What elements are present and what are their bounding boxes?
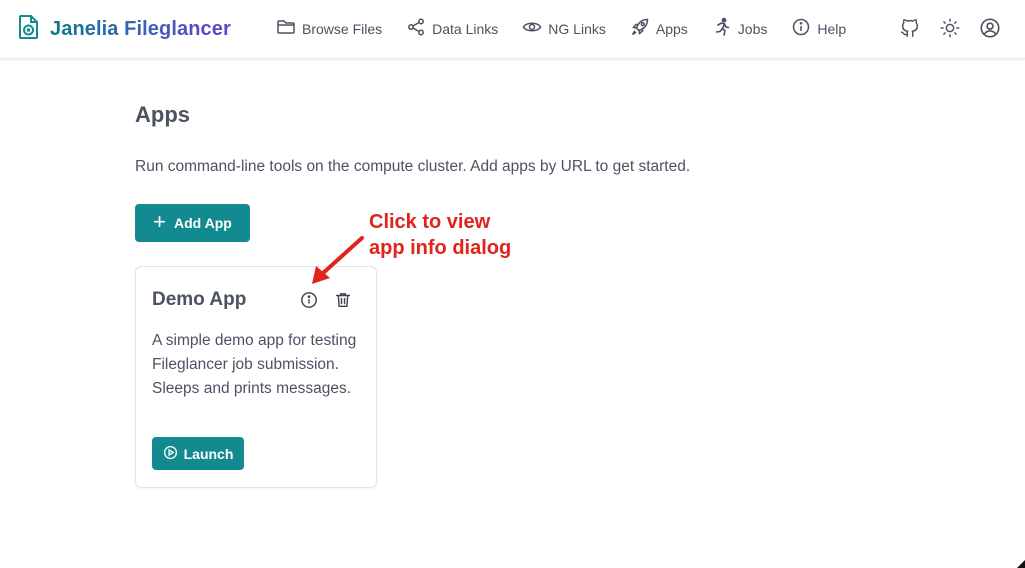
top-navbar: Janelia Fileglancer Browse Files Data Li… xyxy=(0,0,1025,59)
nav-label: Data Links xyxy=(432,20,499,37)
sun-icon[interactable] xyxy=(939,17,961,44)
red-arrow-icon xyxy=(312,236,364,284)
file-eye-icon xyxy=(18,14,40,45)
nav-label: Help xyxy=(817,20,847,37)
folder-icon xyxy=(276,17,296,40)
main-nav: Browse Files Data Links NG Links Apps Jo… xyxy=(276,17,870,40)
app-card-description: A simple demo app for testing Fileglance… xyxy=(152,332,357,397)
nav-item-data-links[interactable]: Data Links xyxy=(406,17,498,40)
nav-label: Apps xyxy=(655,20,688,37)
nav-item-ng-links[interactable]: NG Links xyxy=(522,17,606,40)
app-card-title: Demo App xyxy=(152,289,247,310)
page-title: Apps xyxy=(135,102,190,127)
annotation-line-2: app info dialog xyxy=(369,237,512,259)
nav-label: Jobs xyxy=(737,20,768,37)
running-person-icon xyxy=(712,17,732,40)
resize-corner-icon xyxy=(1017,560,1025,568)
app-card: Demo App A simple demo app for testing F… xyxy=(135,266,377,488)
user-circle-icon[interactable] xyxy=(979,17,1001,44)
nav-label: Browse Files xyxy=(302,20,383,37)
share-icon xyxy=(406,17,426,40)
trash-icon[interactable] xyxy=(334,291,352,309)
github-icon[interactable] xyxy=(899,17,921,44)
annotation-line-1: Click to view xyxy=(369,211,491,233)
header-actions xyxy=(899,17,1001,44)
info-circle-icon xyxy=(791,17,811,40)
add-app-button[interactable]: + Add App xyxy=(135,204,250,242)
brand[interactable]: Janelia Fileglancer xyxy=(18,14,231,45)
nav-item-apps[interactable]: Apps xyxy=(630,17,688,40)
page-description: Run command-line tools on the compute cl… xyxy=(135,158,691,175)
nav-item-help[interactable]: Help xyxy=(791,17,846,40)
nav-label: NG Links xyxy=(548,20,606,37)
info-circle-icon[interactable] xyxy=(300,291,318,309)
eye-icon xyxy=(522,17,542,40)
annotation-callout: Click to view app info dialog xyxy=(369,209,511,261)
rocket-icon xyxy=(630,17,650,40)
nav-item-browse-files[interactable]: Browse Files xyxy=(276,17,382,40)
play-circle-icon xyxy=(163,445,178,463)
app-title: Janelia Fileglancer xyxy=(50,18,231,40)
nav-item-jobs[interactable]: Jobs xyxy=(712,17,768,40)
launch-label: Launch xyxy=(183,445,234,462)
add-app-label: Add App xyxy=(174,215,232,231)
plus-icon: + xyxy=(153,209,167,234)
launch-button[interactable]: Launch xyxy=(152,437,244,470)
